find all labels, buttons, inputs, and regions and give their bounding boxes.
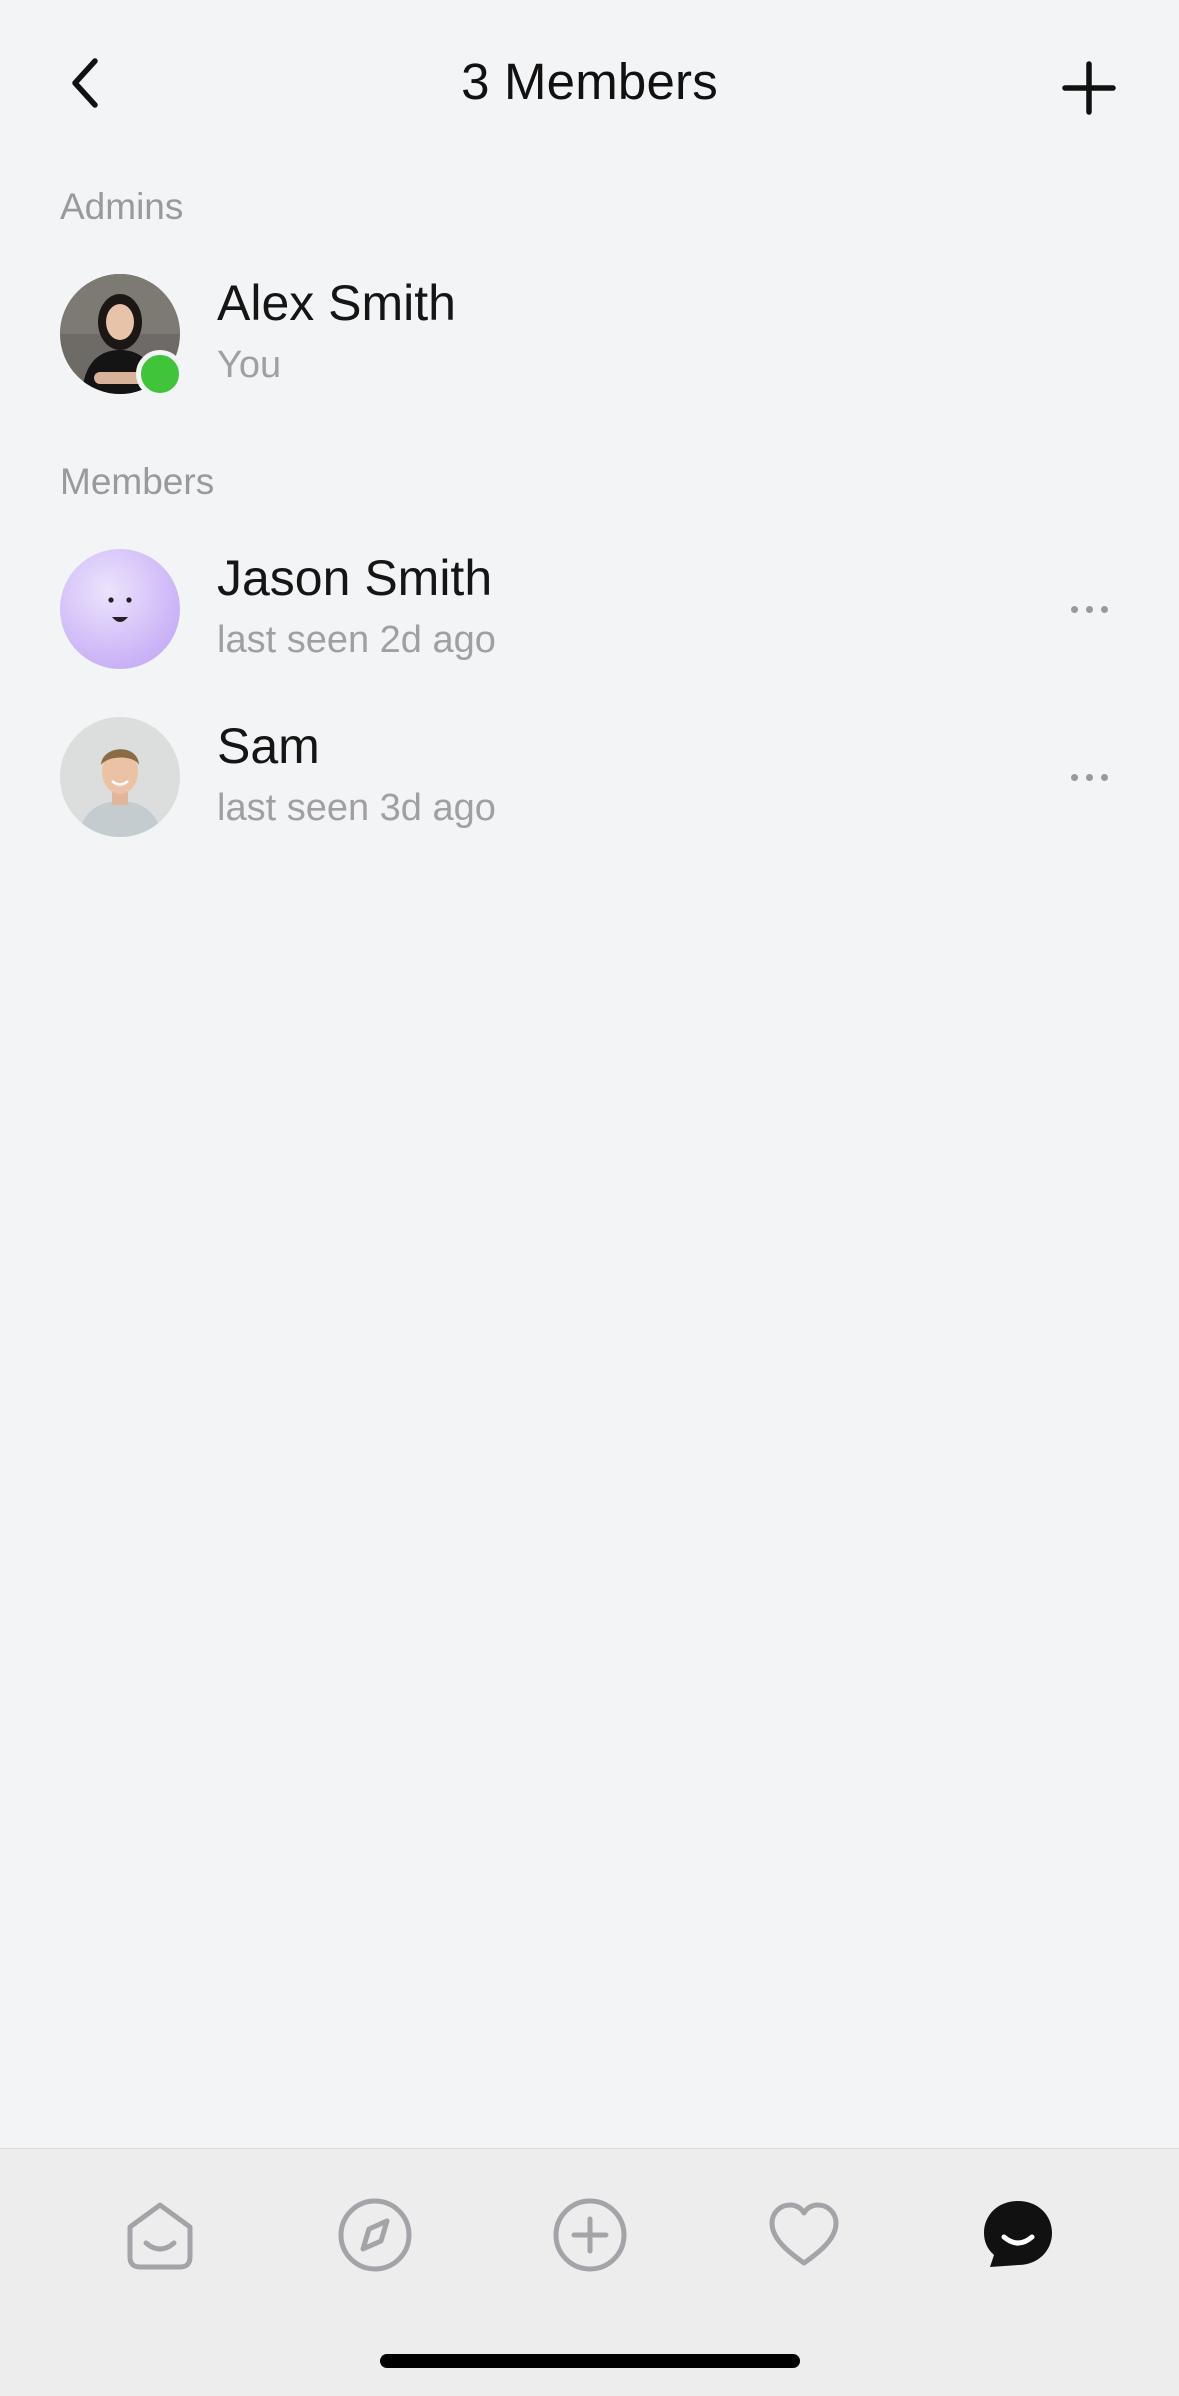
tab-explore[interactable]: [325, 2185, 425, 2285]
online-status-indicator: [136, 350, 184, 398]
member-name: Sam: [217, 718, 320, 774]
more-options-button[interactable]: [1059, 752, 1119, 802]
home-indicator: [380, 2354, 800, 2368]
dot: [1085, 605, 1093, 613]
more-options-button[interactable]: [1059, 584, 1119, 634]
dot: [1100, 605, 1108, 613]
dot: [1085, 773, 1093, 781]
member-subtitle: last seen 3d ago: [217, 787, 496, 829]
dot: [1070, 605, 1078, 613]
tab-home[interactable]: [110, 2185, 210, 2285]
avatar: [60, 549, 180, 669]
member-name: Alex Smith: [217, 275, 456, 331]
members-screen: 3 Members Admins Alex Smith You Members …: [0, 0, 1179, 2396]
heart-icon: [769, 2202, 839, 2266]
tab-favorites[interactable]: [754, 2185, 854, 2285]
member-row[interactable]: Jason Smith last seen 2d ago: [0, 549, 1179, 689]
plus-icon: [1062, 61, 1116, 115]
dot: [1100, 773, 1108, 781]
section-label-admins: Admins: [60, 186, 184, 227]
member-row[interactable]: Sam last seen 3d ago: [0, 717, 1179, 857]
header: 3 Members: [0, 0, 1179, 170]
admin-row[interactable]: Alex Smith You: [0, 274, 1179, 414]
member-subtitle: You: [217, 344, 282, 386]
member-subtitle: last seen 2d ago: [217, 619, 496, 661]
add-member-button[interactable]: [1049, 48, 1129, 128]
section-label-members: Members: [60, 461, 215, 502]
avatar: [60, 717, 180, 837]
chat-smile-icon: [984, 2201, 1052, 2267]
compass-icon: [338, 2198, 412, 2272]
plus-circle-icon: [553, 2198, 627, 2272]
home-icon: [127, 2202, 193, 2270]
page-title: 3 Members: [461, 53, 718, 110]
dot: [1070, 773, 1078, 781]
member-name: Jason Smith: [217, 550, 493, 606]
tab-chats[interactable]: [968, 2185, 1068, 2285]
tab-create[interactable]: [540, 2185, 640, 2285]
